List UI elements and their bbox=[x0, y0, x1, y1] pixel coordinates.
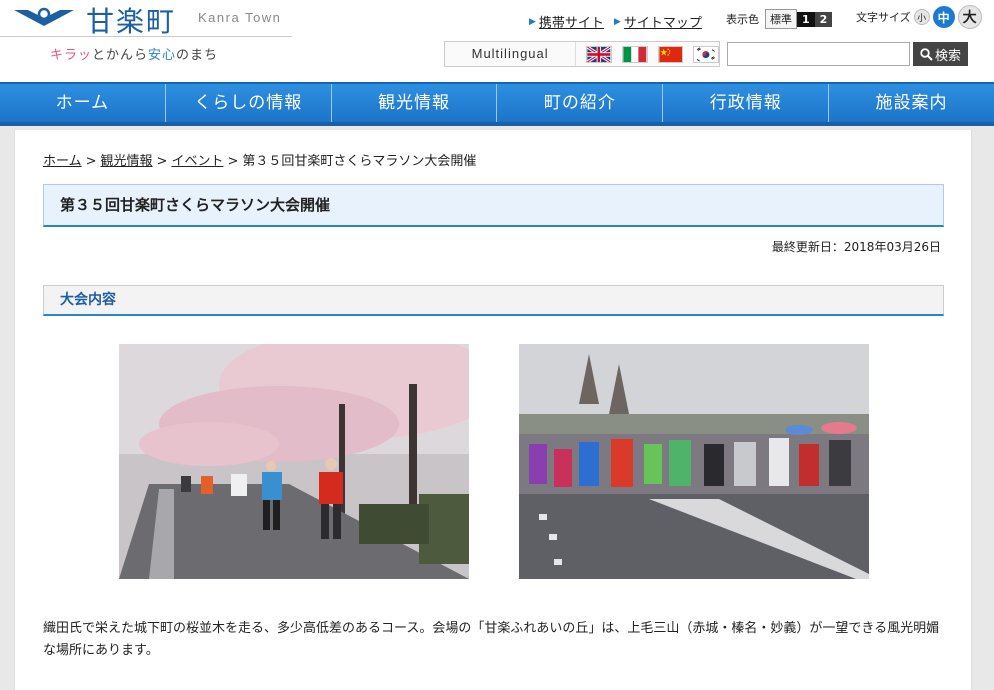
site-header: 甘楽町 Kanra Town キラッとかんら安心のまち ▶ 携帯サイト ▶ サイトマ… bbox=[0, 0, 994, 82]
korea-flag-icon[interactable] bbox=[693, 45, 720, 63]
china-flag-icon[interactable] bbox=[657, 45, 684, 63]
font-size-large-button[interactable]: 大 bbox=[957, 5, 982, 29]
breadcrumb-separator: > bbox=[227, 154, 239, 169]
mobile-site-link-wrap: ▶ 携帯サイト bbox=[529, 12, 604, 31]
breadcrumb-home[interactable]: ホーム bbox=[43, 154, 82, 169]
marathon-start-photo bbox=[519, 344, 869, 579]
search-button-label: 検索 bbox=[934, 48, 961, 64]
nav-home[interactable]: ホーム bbox=[0, 84, 166, 122]
page-title: 第３５回甘楽町さくらマラソン大会開催 bbox=[43, 184, 944, 227]
color-standard-button[interactable]: 標準 bbox=[765, 9, 797, 29]
breadcrumb-sightseeing[interactable]: 観光情報 bbox=[101, 154, 153, 169]
color-option-2-button[interactable]: 2 bbox=[814, 11, 833, 27]
font-size-label: 文字サイズ bbox=[856, 11, 911, 24]
utility-links: ▶ 携帯サイト ▶ サイトマップ bbox=[529, 12, 702, 31]
tagline-part: 安心 bbox=[148, 48, 177, 63]
town-emblem-icon[interactable] bbox=[12, 6, 76, 28]
last-updated: 最終更新日：2018年03月26日 bbox=[771, 240, 941, 254]
site-logo-subtitle: Kanra Town bbox=[198, 10, 282, 25]
breadcrumb-current: 第３５回甘楽町さくらマラソン大会開催 bbox=[242, 154, 477, 169]
breadcrumb: ホーム > 観光情報 > イベント > 第３５回甘楽町さくらマラソン大会開催 bbox=[43, 150, 476, 169]
sitemap-link[interactable]: サイトマップ bbox=[624, 12, 702, 31]
search-icon bbox=[920, 47, 933, 61]
search-button[interactable]: 検索 bbox=[913, 42, 968, 66]
mobile-site-link[interactable]: 携帯サイト bbox=[539, 12, 604, 31]
breadcrumb-separator: > bbox=[156, 154, 168, 169]
arrow-right-icon: ▶ bbox=[613, 16, 621, 27]
site-logo-title[interactable]: 甘楽町 bbox=[86, 0, 176, 40]
tagline-part: キラッ bbox=[50, 48, 93, 63]
nav-facilities[interactable]: 施設案内 bbox=[829, 84, 994, 122]
nav-administration[interactable]: 行政情報 bbox=[663, 84, 830, 122]
nav-sightseeing[interactable]: 観光情報 bbox=[332, 84, 498, 122]
site-tagline: キラッとかんら安心のまち bbox=[50, 44, 218, 63]
logo-divider bbox=[0, 36, 292, 37]
tagline-part: とかんら bbox=[92, 48, 149, 63]
event-description: 織田氏で栄えた城下町の桜並木を走る、多少高低差のあるコース。会場の「甘楽ふれあい… bbox=[43, 621, 940, 658]
breadcrumb-separator: > bbox=[85, 154, 97, 169]
display-color-label: 表示色 bbox=[726, 13, 759, 26]
main-content: ホーム > 観光情報 > イベント > 第３５回甘楽町さくらマラソン大会開催 第３５回甘楽町… bbox=[14, 130, 972, 690]
nav-underline bbox=[0, 122, 994, 126]
nav-town-intro[interactable]: 町の紹介 bbox=[497, 84, 664, 122]
italy-flag-icon[interactable] bbox=[621, 45, 648, 63]
display-color-selector: 表示色 標準 1 2 bbox=[726, 9, 833, 29]
main-navigation: ホーム くらしの情報 観光情報 町の紹介 行政情報 施設案内 bbox=[0, 82, 994, 122]
font-size-selector: 文字サイズ 小 中 大 bbox=[856, 5, 982, 29]
section-heading: 大会内容 bbox=[43, 285, 944, 316]
uk-flag-icon[interactable] bbox=[586, 45, 612, 63]
search-input[interactable] bbox=[727, 42, 910, 66]
marathon-cherry-blossom-photo bbox=[119, 344, 469, 579]
color-option-1-button[interactable]: 1 bbox=[797, 11, 815, 27]
font-size-small-button[interactable]: 小 bbox=[913, 9, 930, 25]
breadcrumb-event[interactable]: イベント bbox=[171, 154, 223, 169]
tagline-part: のまち bbox=[176, 48, 219, 63]
multilingual-bar: Multilingual bbox=[444, 41, 720, 67]
arrow-right-icon: ▶ bbox=[529, 16, 536, 27]
font-size-medium-button[interactable]: 中 bbox=[932, 6, 955, 28]
sitemap-link-wrap: ▶ サイトマップ bbox=[614, 12, 702, 31]
nav-living-info[interactable]: くらしの情報 bbox=[166, 84, 332, 122]
multilingual-label: Multilingual bbox=[445, 42, 577, 66]
